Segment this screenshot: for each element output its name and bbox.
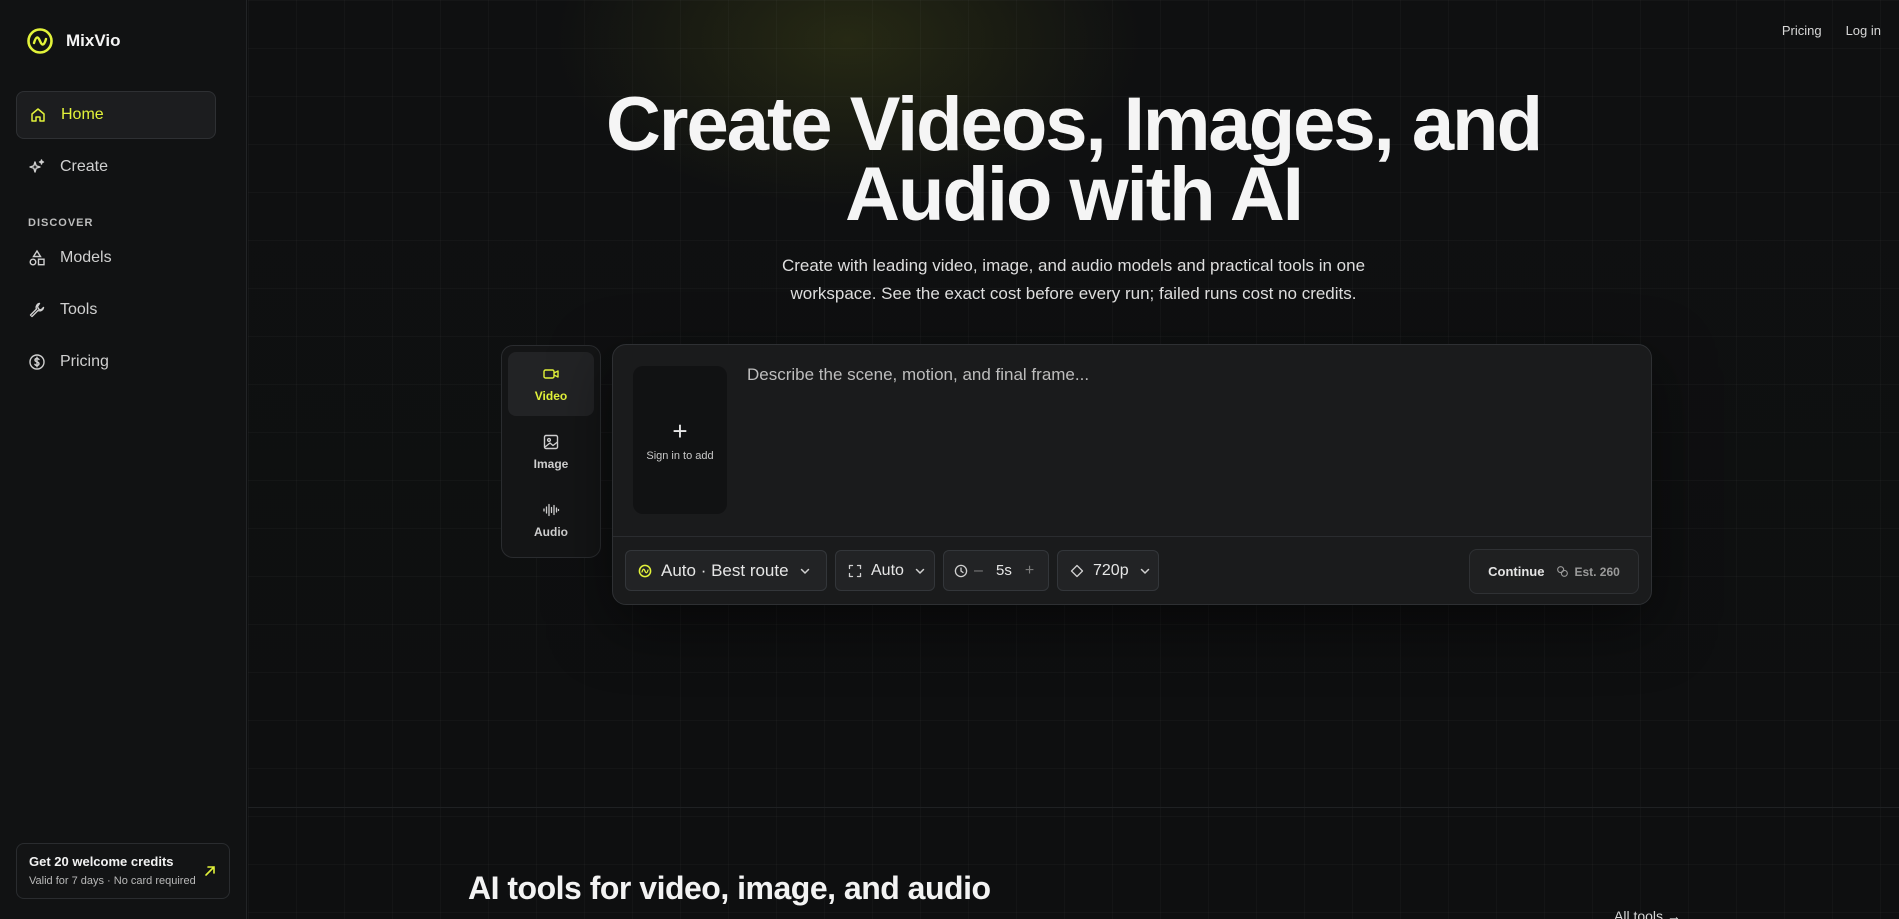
promo-subtitle: Valid for 7 days · No card required xyxy=(29,875,196,887)
cost-estimate: Est. 260 xyxy=(1556,564,1620,579)
dollar-circle-icon xyxy=(29,354,45,370)
upload-label: Sign in to add xyxy=(646,450,714,462)
sidebar-item-models[interactable]: Models xyxy=(16,234,216,282)
brand-name: MixVio xyxy=(66,31,121,50)
hero-subtitle: Create with leading video, image, and au… xyxy=(781,256,1366,303)
clock-icon xyxy=(954,564,968,577)
promo-title: Get 20 welcome credits xyxy=(29,854,174,869)
sidebar-item-home[interactable]: Home xyxy=(16,91,216,139)
section-label-discover: DISCOVER xyxy=(28,217,94,229)
logo-icon xyxy=(638,564,652,577)
mode-selector: Video Image Audio xyxy=(501,345,601,558)
aspect-value: Auto xyxy=(871,561,904,579)
mode-label: Image xyxy=(533,457,569,471)
pricing-link[interactable]: Pricing xyxy=(1782,23,1822,38)
all-tools-link[interactable]: All tools → xyxy=(1614,908,1681,919)
sparkle-icon xyxy=(29,159,45,173)
image-icon xyxy=(543,434,559,450)
diamond-icon xyxy=(1070,564,1084,577)
upload-button[interactable]: + Sign in to add xyxy=(633,366,727,514)
mode-audio[interactable]: Audio xyxy=(508,488,594,552)
logo-icon xyxy=(27,28,53,54)
home-icon xyxy=(31,108,45,122)
coins-icon xyxy=(1557,566,1569,577)
sidebar-item-label: Pricing xyxy=(60,353,109,370)
hero-title: Create Videos, Images, and Audio with AI xyxy=(606,82,1543,237)
chevron-down-icon xyxy=(1140,568,1149,574)
mode-image[interactable]: Image xyxy=(508,420,594,484)
top-nav: Pricing Log in xyxy=(1782,23,1881,38)
resolution-value: 720p xyxy=(1093,561,1129,579)
brand[interactable]: MixVio xyxy=(26,27,120,55)
sidebar-item-label: Create xyxy=(60,158,109,175)
sidebar-item-label: Models xyxy=(60,249,112,266)
mode-video[interactable]: Video xyxy=(508,352,594,416)
arrow-up-right-icon xyxy=(205,866,215,876)
continue-button[interactable]: Continue Est. 260 xyxy=(1469,549,1639,594)
duration-increment-button[interactable]: + xyxy=(1025,562,1034,580)
divider xyxy=(613,536,1651,537)
mode-label: Audio xyxy=(534,525,568,539)
tools-section-title: AI tools for video, image, and audio xyxy=(468,870,991,906)
section-divider xyxy=(248,807,1899,808)
sidebar-item-label: Home xyxy=(61,106,104,123)
chevron-down-icon xyxy=(915,568,925,574)
composer-panel: + Sign in to add Auto · Best route Auto … xyxy=(612,344,1652,605)
chevron-down-icon xyxy=(800,568,809,574)
shapes-icon xyxy=(29,249,45,266)
aspect-ratio-icon xyxy=(848,564,862,577)
sidebar-item-create[interactable]: Create xyxy=(16,143,216,191)
mode-label: Video xyxy=(534,389,568,403)
duration-stepper: – 5s + xyxy=(943,550,1049,591)
estimate-value: Est. 260 xyxy=(1574,564,1620,579)
sidebar: MixVio Home Create DISCOVER Models Tools xyxy=(0,0,247,919)
welcome-credits-promo[interactable]: Get 20 welcome credits Valid for 7 days … xyxy=(16,843,230,899)
plus-icon: + xyxy=(672,416,688,446)
aspect-select[interactable]: Auto xyxy=(835,550,935,591)
prompt-input[interactable] xyxy=(747,365,1627,515)
wrench-icon xyxy=(29,302,45,318)
main-content: Pricing Log in Create Videos, Images, an… xyxy=(248,0,1899,919)
video-icon xyxy=(543,369,559,379)
waveform-icon xyxy=(543,503,560,517)
duration-decrement-button[interactable]: – xyxy=(974,562,983,580)
duration-value: 5s xyxy=(995,562,1012,579)
route-value: Auto · Best route xyxy=(661,560,789,580)
sidebar-item-label: Tools xyxy=(60,301,98,318)
route-select[interactable]: Auto · Best route xyxy=(625,550,827,591)
sidebar-item-pricing[interactable]: Pricing xyxy=(16,338,216,386)
login-link[interactable]: Log in xyxy=(1846,23,1881,38)
sidebar-item-tools[interactable]: Tools xyxy=(16,286,216,334)
continue-label: Continue xyxy=(1488,564,1545,579)
resolution-select[interactable]: 720p xyxy=(1057,550,1159,591)
